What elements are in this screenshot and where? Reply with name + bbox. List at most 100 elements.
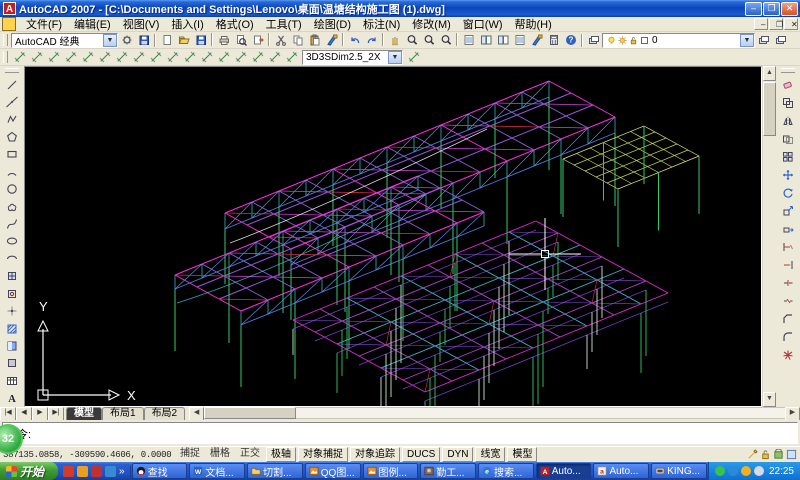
zoom-window-icon[interactable] (420, 33, 437, 48)
properties-icon[interactable] (460, 33, 477, 48)
dim-radius-icon[interactable] (79, 50, 96, 65)
chevron-down-icon[interactable]: ▼ (103, 34, 117, 47)
menu-draw[interactable]: 绘图(D) (308, 16, 357, 32)
tray-green-icon[interactable] (715, 466, 725, 476)
media-icon[interactable] (63, 466, 74, 477)
spline-icon[interactable] (3, 215, 22, 232)
dim-ordinate-icon[interactable] (62, 50, 79, 65)
dim-angular-icon[interactable] (130, 50, 147, 65)
dim-aligned-icon[interactable] (28, 50, 45, 65)
task-button-3[interactable]: QQ图... (305, 463, 361, 479)
scroll-left-icon[interactable]: ◀ (189, 407, 204, 421)
scroll-right-icon[interactable]: ▶ (785, 407, 800, 421)
revcloud-icon[interactable] (3, 198, 22, 215)
layout-tab-2[interactable]: 布局2 (144, 407, 186, 420)
dim-tolerance-icon[interactable] (215, 50, 232, 65)
circle-icon[interactable] (3, 180, 22, 197)
cut-icon[interactable] (272, 33, 289, 48)
erase-icon[interactable] (779, 76, 798, 94)
insert-block-icon[interactable] (3, 268, 22, 285)
fillet-icon[interactable] (779, 328, 798, 346)
menu-modify[interactable]: 修改(M) (406, 16, 457, 32)
task-button-0[interactable]: 查找 (132, 463, 188, 479)
hatch-icon[interactable] (3, 320, 22, 337)
task-button-6[interactable]: e搜索... (478, 463, 534, 479)
dim-linear-icon[interactable] (11, 50, 28, 65)
gradient-icon[interactable] (3, 337, 22, 354)
help-icon[interactable]: ? (562, 33, 579, 48)
layout-tab-1[interactable]: 布局1 (102, 407, 144, 420)
last-tab-icon[interactable]: ▶| (48, 407, 64, 421)
mtext-icon[interactable]: A (3, 390, 22, 407)
open-icon[interactable] (175, 33, 192, 48)
dim-style-icon[interactable] (405, 50, 422, 65)
task-button-1[interactable]: W文档... (189, 463, 245, 479)
dim-jogged-icon[interactable] (96, 50, 113, 65)
clean-screen-icon[interactable] (786, 449, 797, 460)
status-toggle-dyn[interactable]: DYN (442, 447, 473, 462)
explode-icon[interactable] (779, 346, 798, 364)
next-tab-icon[interactable]: ▶ (32, 407, 48, 421)
prev-tab-icon[interactable]: ◀ (16, 407, 32, 421)
undo-icon[interactable] (346, 33, 363, 48)
workspace-combobox[interactable]: AutoCAD 经典 ▼ (11, 33, 118, 48)
status-toggle-snap[interactable]: 捕捉 (176, 447, 204, 460)
dim-continue-icon[interactable] (181, 50, 198, 65)
preview-icon[interactable] (232, 33, 249, 48)
menu-window[interactable]: 窗口(W) (457, 16, 509, 32)
task-button-7-active[interactable]: AAuto... (536, 463, 592, 479)
status-toggle-otrack[interactable]: 对象追踪 (350, 447, 400, 462)
horizontal-scrollbar[interactable]: ◀ ▶ (189, 407, 800, 419)
status-toggle-grid[interactable]: 栅格 (206, 447, 234, 460)
dim-style-combobox[interactable]: 3D3SDim2.5_2X ▼ (302, 50, 403, 65)
polygon-icon[interactable] (3, 128, 22, 145)
workspace-settings-icon[interactable] (118, 33, 135, 48)
dim-update-icon[interactable] (283, 50, 300, 65)
paste-icon[interactable] (306, 33, 323, 48)
tray-volume-icon[interactable] (754, 466, 764, 476)
designcenter-icon[interactable] (477, 33, 494, 48)
close-button[interactable]: ✕ (781, 2, 798, 16)
sheetset-icon[interactable] (511, 33, 528, 48)
match-icon[interactable] (323, 33, 340, 48)
quick-launch-overflow-icon[interactable]: » (119, 466, 125, 477)
new-icon[interactable] (158, 33, 175, 48)
copy-icon[interactable] (289, 33, 306, 48)
quickcalc-icon[interactable] (545, 33, 562, 48)
player-icon[interactable] (91, 466, 102, 477)
show-desktop-icon[interactable] (77, 466, 88, 477)
status-toggle-model[interactable]: 模型 (507, 447, 537, 462)
status-toggle-lwt[interactable]: 线宽 (475, 447, 505, 462)
offset-icon[interactable] (779, 130, 798, 148)
dim-edit-icon[interactable] (249, 50, 266, 65)
document-icon[interactable] (2, 17, 16, 31)
make-object-layer-current-icon[interactable] (755, 33, 772, 48)
menu-insert[interactable]: 插入(I) (165, 16, 209, 32)
break-icon[interactable] (779, 292, 798, 310)
task-button-4[interactable]: 图例... (363, 463, 419, 479)
ellipse-icon[interactable] (3, 233, 22, 250)
doc-close-button[interactable]: ✕ (784, 18, 798, 30)
point-icon[interactable] (3, 302, 22, 319)
horizontal-scroll-thumb[interactable] (204, 407, 296, 419)
publish-icon[interactable] (249, 33, 266, 48)
menu-file[interactable]: 文件(F) (20, 16, 68, 32)
polyline-icon[interactable] (3, 111, 22, 128)
status-toggle-osnap[interactable]: 对象捕捉 (298, 447, 348, 462)
first-tab-icon[interactable]: |◀ (0, 407, 16, 421)
rotate-icon[interactable] (779, 184, 798, 202)
task-button-8[interactable]: aAuto... (593, 463, 649, 479)
command-window[interactable]: 命令: (0, 420, 800, 446)
task-button-9[interactable]: KING... (651, 463, 707, 479)
dim-center-icon[interactable] (232, 50, 249, 65)
array-icon[interactable] (779, 148, 798, 166)
task-button-5[interactable]: 勤工... (420, 463, 476, 479)
save-icon[interactable] (192, 33, 209, 48)
chevron-down-icon[interactable]: ▼ (388, 51, 402, 64)
dim-diameter-icon[interactable] (113, 50, 130, 65)
stretch-icon[interactable] (779, 220, 798, 238)
zoom-previous-icon[interactable] (437, 33, 454, 48)
status-toggle-ortho[interactable]: 正交 (236, 447, 264, 460)
menu-dimension[interactable]: 标注(N) (357, 16, 406, 32)
menu-tools[interactable]: 工具(T) (260, 16, 308, 32)
